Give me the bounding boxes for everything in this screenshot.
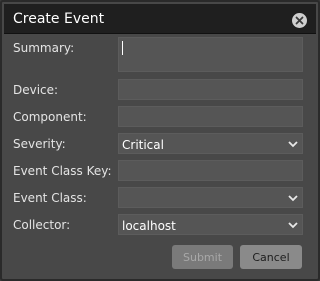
device-input[interactable] xyxy=(118,79,303,100)
event-class-key-label: Event Class Key: xyxy=(13,164,112,178)
component-label: Component: xyxy=(13,110,87,124)
severity-value: Critical xyxy=(122,138,164,152)
event-class-label: Event Class: xyxy=(13,191,87,205)
submit-button[interactable]: Submit xyxy=(172,245,233,269)
chevron-down-icon xyxy=(288,222,298,229)
collector-label: Collector: xyxy=(13,218,71,232)
component-input[interactable] xyxy=(118,106,303,127)
text-cursor xyxy=(122,41,123,55)
collector-select[interactable]: localhost xyxy=(118,214,303,235)
dialog-titlebar: Create Event xyxy=(4,4,316,34)
event-class-key-input[interactable] xyxy=(118,160,303,181)
dialog-title: Create Event xyxy=(13,11,105,27)
chevron-down-icon xyxy=(288,195,298,202)
close-icon[interactable] xyxy=(292,13,307,28)
event-class-select[interactable] xyxy=(118,187,303,208)
chevron-down-icon xyxy=(288,141,298,148)
severity-select[interactable]: Critical xyxy=(118,133,303,154)
device-label: Device: xyxy=(13,83,59,97)
create-event-dialog: Create Event Summary: Device: Component:… xyxy=(0,0,320,281)
summary-label: Summary: xyxy=(13,41,75,55)
summary-input[interactable] xyxy=(118,37,303,72)
collector-value: localhost xyxy=(122,219,176,233)
cancel-button[interactable]: Cancel xyxy=(240,245,302,269)
severity-label: Severity: xyxy=(13,137,66,151)
